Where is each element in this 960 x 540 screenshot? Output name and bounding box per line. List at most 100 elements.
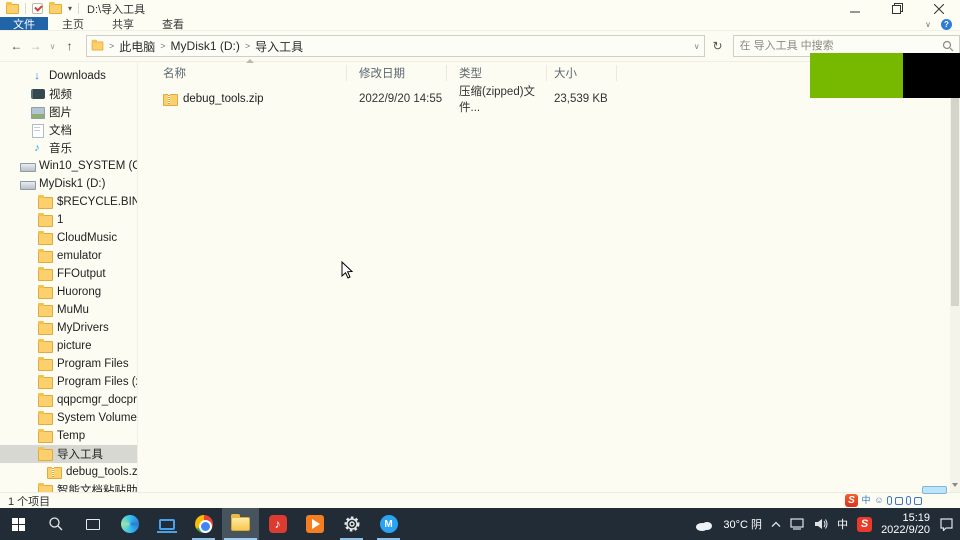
- sidebar-item[interactable]: Program Files (x86: [0, 373, 137, 391]
- taskbar-explorer-button[interactable]: [222, 508, 259, 540]
- file-name: debug_tools.zip: [183, 93, 264, 105]
- sidebar-item[interactable]: debug_tools.zip: [0, 463, 137, 481]
- column-header[interactable]: 修改日期: [347, 65, 447, 81]
- start-button[interactable]: [0, 508, 37, 540]
- picture-icon: [30, 106, 45, 119]
- tab-share[interactable]: 共享: [98, 17, 148, 31]
- column-header[interactable]: 名称: [151, 59, 347, 81]
- forward-button[interactable]: →: [27, 39, 44, 53]
- sidebar-item[interactable]: Program Files: [0, 355, 137, 373]
- taskbar-chrome-button[interactable]: [185, 508, 222, 540]
- tab-home[interactable]: 主页: [48, 17, 98, 31]
- column-header[interactable]: 类型: [447, 65, 547, 81]
- clock[interactable]: 15:19 2022/9/20: [881, 512, 930, 536]
- breadcrumb-drive-d[interactable]: MyDisk1 (D:): [171, 39, 240, 53]
- location-folder-icon: [91, 39, 104, 51]
- sidebar-item[interactable]: MyDrivers: [0, 319, 137, 337]
- sidebar-item[interactable]: 图片: [0, 103, 137, 121]
- folder-icon: [38, 483, 53, 492]
- ime-mode-icon[interactable]: 中: [861, 494, 871, 507]
- ime-language-indicator[interactable]: 中: [837, 516, 848, 532]
- sidebar-item[interactable]: CloudMusic: [0, 229, 137, 247]
- sidebar-item[interactable]: MuMu: [0, 301, 137, 319]
- sidebar-item[interactable]: ♪ 音乐: [0, 139, 137, 157]
- folder-icon: [38, 321, 53, 335]
- sidebar-item[interactable]: ↓ Downloads: [0, 67, 137, 85]
- sidebar-item[interactable]: picture: [0, 337, 137, 355]
- keyboard-icon[interactable]: [895, 496, 903, 505]
- taskbar-search-button[interactable]: [37, 508, 74, 540]
- video-icon: [30, 88, 45, 100]
- sogou-logo-icon[interactable]: S: [845, 494, 858, 507]
- sidebar-item[interactable]: Huorong: [0, 283, 137, 301]
- taskbar-media-player-button[interactable]: [296, 508, 333, 540]
- sidebar-item[interactable]: 导入工具: [0, 445, 137, 463]
- taskbar-netease-music-button[interactable]: ♪: [259, 508, 296, 540]
- sidebar-item[interactable]: qqpcmgr_docpro: [0, 391, 137, 409]
- clock-date: 2022/9/20: [881, 524, 930, 536]
- media-player-icon: [305, 515, 324, 533]
- customize-qat-icon[interactable]: ▾: [68, 4, 72, 13]
- tray-expand-icon[interactable]: [771, 521, 781, 528]
- task-view-button[interactable]: [74, 508, 111, 540]
- sidebar-item-label: picture: [57, 340, 92, 352]
- emoji-icon[interactable]: ☺: [874, 494, 884, 507]
- volume-icon[interactable]: [814, 518, 828, 530]
- tab-file[interactable]: 文件: [0, 17, 48, 31]
- action-center-icon[interactable]: [939, 517, 954, 531]
- weather-text[interactable]: 30°C 阴: [723, 516, 762, 532]
- taskbar-settings-button[interactable]: [333, 508, 370, 540]
- sidebar-item-label: 1: [57, 214, 64, 226]
- new-folder-icon[interactable]: [49, 1, 62, 14]
- folder-icon: [38, 267, 53, 281]
- sort-ascending-icon: [246, 59, 254, 63]
- close-button[interactable]: [918, 0, 960, 17]
- recent-locations-icon[interactable]: ∨: [46, 42, 59, 51]
- folder-icon: [38, 213, 53, 227]
- sidebar-item[interactable]: FFOutput: [0, 265, 137, 283]
- sidebar-item[interactable]: MyDisk1 (D:): [0, 175, 137, 193]
- sidebar-item[interactable]: System Volume Inf: [0, 409, 137, 427]
- weather-cloud-icon: [694, 518, 714, 531]
- task-view-icon: [85, 518, 100, 530]
- sidebar-item[interactable]: emulator: [0, 247, 137, 265]
- address-dropdown-icon[interactable]: ∨: [694, 42, 700, 51]
- help-icon[interactable]: ?: [941, 18, 952, 30]
- toolbox-icon[interactable]: [914, 496, 922, 505]
- taskbar-pc-manager-button[interactable]: [148, 508, 185, 540]
- back-button[interactable]: ←: [8, 39, 25, 53]
- skin-icon[interactable]: [906, 496, 911, 505]
- sidebar-item[interactable]: 文档: [0, 121, 137, 139]
- search-icon: [942, 40, 954, 52]
- sidebar-item[interactable]: 视频: [0, 85, 137, 103]
- network-icon[interactable]: [790, 518, 805, 530]
- column-header[interactable]: 大小: [547, 65, 617, 81]
- sogou-tray-icon[interactable]: S: [857, 516, 873, 532]
- sogou-tooltip: [922, 486, 947, 494]
- sidebar-item[interactable]: 智能文档粘贴助手: [0, 481, 137, 492]
- sidebar-item-label: Program Files (x86: [57, 376, 137, 388]
- sidebar-item-label: Downloads: [49, 70, 106, 82]
- address-bar[interactable]: > 此电脑 > MyDisk1 (D:) > 导入工具 ∨: [86, 35, 705, 57]
- breadcrumb-current-folder[interactable]: 导入工具: [255, 38, 303, 55]
- tab-view[interactable]: 查看: [148, 17, 198, 31]
- sidebar-item[interactable]: Temp: [0, 427, 137, 445]
- folder-icon: [38, 393, 53, 407]
- restore-button[interactable]: [876, 0, 918, 17]
- sidebar-item[interactable]: 1: [0, 211, 137, 229]
- taskbar-mumu-button[interactable]: M: [370, 508, 407, 540]
- sidebar-item-label: $RECYCLE.BIN: [57, 196, 138, 208]
- sidebar-item[interactable]: Win10_SYSTEM (C:): [0, 157, 137, 175]
- refresh-button[interactable]: ↻: [705, 35, 731, 57]
- up-button[interactable]: ↑: [61, 39, 78, 53]
- sidebar-item[interactable]: $RECYCLE.BIN: [0, 193, 137, 211]
- mic-icon[interactable]: [887, 496, 892, 505]
- properties-icon[interactable]: [32, 3, 43, 14]
- recording-overlay-green: [810, 53, 903, 98]
- taskbar-edge-button[interactable]: [111, 508, 148, 540]
- laptop-icon: [156, 518, 177, 533]
- expand-ribbon-icon[interactable]: ∨: [925, 20, 931, 29]
- sidebar-item-label: MuMu: [57, 304, 89, 316]
- breadcrumb-this-pc[interactable]: 此电脑: [119, 38, 155, 55]
- minimize-button[interactable]: [834, 0, 876, 17]
